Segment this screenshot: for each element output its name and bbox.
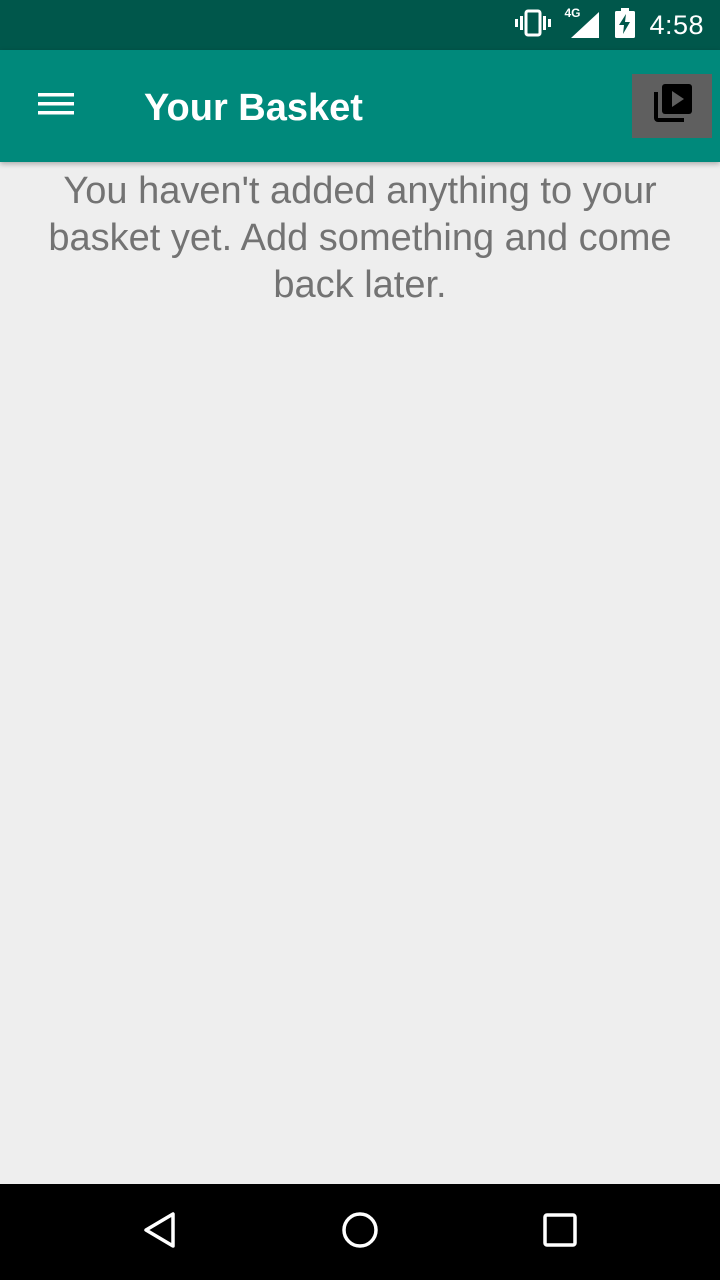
- empty-basket-message: You haven't added anything to your baske…: [48, 170, 672, 306]
- hamburger-menu-icon: [36, 89, 76, 124]
- video-library-icon: [650, 82, 694, 131]
- video-library-button[interactable]: [632, 74, 712, 138]
- status-time: 4:58: [649, 9, 704, 40]
- vibrate-icon: [515, 8, 552, 43]
- menu-button[interactable]: [28, 82, 84, 130]
- status-icons: 4G 4:58: [515, 0, 704, 50]
- back-button[interactable]: [130, 1202, 190, 1262]
- app-bar: Your Basket: [0, 50, 720, 162]
- navigation-bar: [0, 1184, 720, 1280]
- page-title: Your Basket: [144, 87, 363, 129]
- status-bar: 4G 4:58: [0, 0, 720, 50]
- signal-icon: 4G: [564, 6, 601, 40]
- battery-charging-icon: [615, 7, 636, 43]
- back-icon: [140, 1210, 180, 1255]
- recents-button[interactable]: [530, 1202, 590, 1262]
- home-icon: [340, 1210, 380, 1255]
- recents-icon: [540, 1210, 580, 1255]
- home-button[interactable]: [330, 1202, 390, 1262]
- basket-content: You haven't added anything to your baske…: [0, 162, 720, 1184]
